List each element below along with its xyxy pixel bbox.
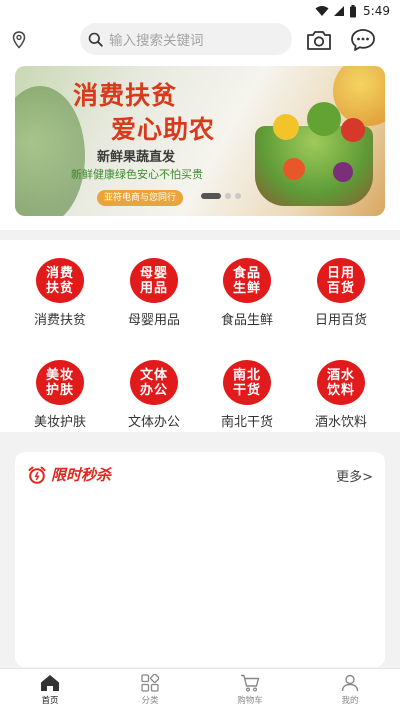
- category-icon-text: 用品: [139, 280, 168, 296]
- banner-pagination: [201, 193, 241, 199]
- signal-icon: [334, 6, 345, 16]
- banner-fruit: [273, 114, 299, 140]
- category-label: 母婴用品: [127, 313, 180, 328]
- category-icon: 酒水 饮料: [317, 360, 365, 405]
- location-button[interactable]: [2, 22, 36, 58]
- category-icon-text: 生鲜: [232, 280, 261, 296]
- flash-sale-more-link[interactable]: 更多>: [336, 466, 373, 485]
- alarm-clock-icon: [28, 466, 46, 484]
- tab-category[interactable]: 分类: [100, 669, 200, 710]
- category-item-stationery[interactable]: 文体 办公 文体办公: [114, 350, 194, 430]
- status-bar: 5:49: [0, 0, 400, 22]
- search-bar[interactable]: 输入搜索关键词: [80, 23, 292, 55]
- tab-label: 首页: [41, 695, 59, 706]
- banner-title-line2: 爱心助农: [111, 115, 216, 144]
- tab-label: 分类: [141, 695, 159, 706]
- banner-subtitle: 新鲜果蔬直发: [97, 150, 176, 165]
- tab-home[interactable]: 首页: [0, 669, 100, 710]
- banner-title-line1: 消费扶贫: [73, 81, 178, 110]
- top-bar: 输入搜索关键词: [0, 22, 400, 58]
- pagination-dot[interactable]: [225, 193, 231, 199]
- category-icon-text: 南北: [232, 367, 261, 383]
- bottom-tab-bar: 首页 分类 购物车 我的: [0, 668, 400, 710]
- category-label: 消费扶贫: [33, 313, 86, 328]
- banner-section: 消费扶贫 爱心助农 新鲜果蔬直发 新鲜健康绿色安心不怕买贵 亚符电商与您同行: [0, 58, 400, 230]
- tab-label: 购物车: [237, 695, 263, 706]
- category-label: 酒水饮料: [314, 415, 367, 430]
- promo-banner[interactable]: 消费扶贫 爱心助农 新鲜果蔬直发 新鲜健康绿色安心不怕买贵 亚符电商与您同行: [15, 66, 385, 216]
- category-icon-text: 文体: [139, 367, 168, 383]
- category-icon-text: 食品: [232, 265, 261, 281]
- category-item-maternal-baby[interactable]: 母婴 用品 母婴用品: [114, 248, 194, 328]
- category-icon-text: 饮料: [326, 382, 355, 398]
- category-icon-text: 百货: [326, 280, 355, 296]
- category-icon: 美妆 护肤: [36, 360, 84, 405]
- category-icon: 文体 办公: [130, 360, 178, 405]
- wifi-icon: [315, 6, 329, 16]
- category-icon-text: 美妆: [45, 367, 74, 383]
- category-icon: 南北 干货: [223, 360, 271, 405]
- category-item-beauty[interactable]: 美妆 护肤 美妆护肤: [20, 350, 100, 430]
- category-icon-text: 干货: [232, 382, 261, 398]
- category-icon-text: 酒水: [326, 367, 355, 383]
- chat-bubble-icon: [351, 29, 375, 51]
- camera-button[interactable]: [303, 24, 335, 56]
- tab-label: 我的: [341, 695, 359, 706]
- category-icon: 母婴 用品: [130, 258, 178, 303]
- category-label: 文体办公: [127, 415, 180, 430]
- battery-icon: [350, 4, 357, 17]
- category-label: 食品生鲜: [220, 313, 273, 328]
- category-icon: 消费 扶贫: [36, 258, 84, 303]
- category-item-poverty-relief[interactable]: 消费 扶贫 消费扶贫: [20, 248, 100, 328]
- pagination-dot-active[interactable]: [201, 193, 221, 199]
- category-label: 日用百货: [314, 313, 367, 328]
- camera-icon: [307, 31, 331, 50]
- user-icon: [341, 674, 359, 691]
- status-time: 5:49: [363, 4, 390, 18]
- category-item-dry-goods[interactable]: 南北 干货 南北干货: [207, 350, 287, 430]
- search-icon: [88, 32, 103, 47]
- search-placeholder: 输入搜索关键词: [109, 33, 204, 49]
- home-icon: [41, 674, 59, 691]
- banner-badge: 亚符电商与您同行: [97, 190, 184, 206]
- category-icon: 食品 生鲜: [223, 258, 271, 303]
- banner-fruit: [307, 102, 341, 136]
- banner-fruit: [333, 162, 353, 182]
- tab-cart[interactable]: 购物车: [200, 669, 300, 710]
- category-item-daily-goods[interactable]: 日用 百货 日用百货: [301, 248, 381, 328]
- category-icon-text: 护肤: [45, 382, 74, 398]
- category-grid-icon: [141, 673, 159, 692]
- category-icon: 日用 百货: [317, 258, 365, 303]
- banner-tagline: 新鲜健康绿色安心不怕买贵: [71, 168, 203, 181]
- cart-icon: [241, 674, 260, 692]
- banner-fruit: [341, 118, 365, 142]
- tab-profile[interactable]: 我的: [300, 669, 400, 710]
- category-icon-text: 消费: [45, 265, 74, 281]
- category-icon-text: 母婴: [139, 265, 168, 281]
- category-label: 美妆护肤: [33, 415, 86, 430]
- category-item-drinks[interactable]: 酒水 饮料 酒水饮料: [301, 350, 381, 430]
- pagination-dot[interactable]: [235, 193, 241, 199]
- banner-fruit: [283, 158, 305, 180]
- flash-sale-header: 限时秒杀: [27, 464, 111, 485]
- location-pin-icon: [12, 31, 26, 49]
- category-grid: 消费 扶贫 消费扶贫 母婴 用品 母婴用品 食品 生鲜 食品生鲜 日用 百货 日用百货 …: [0, 240, 400, 432]
- category-icon-text: 办公: [139, 382, 168, 398]
- category-label: 南北干货: [220, 415, 273, 430]
- message-button[interactable]: [347, 24, 379, 56]
- category-item-fresh-food[interactable]: 食品 生鲜 食品生鲜: [207, 248, 287, 328]
- flash-sale-section: 限时秒杀 更多>: [15, 452, 385, 667]
- category-icon-text: 扶贫: [45, 280, 74, 296]
- flash-sale-title: 限时秒杀: [51, 466, 112, 484]
- category-icon-text: 日用: [326, 265, 355, 281]
